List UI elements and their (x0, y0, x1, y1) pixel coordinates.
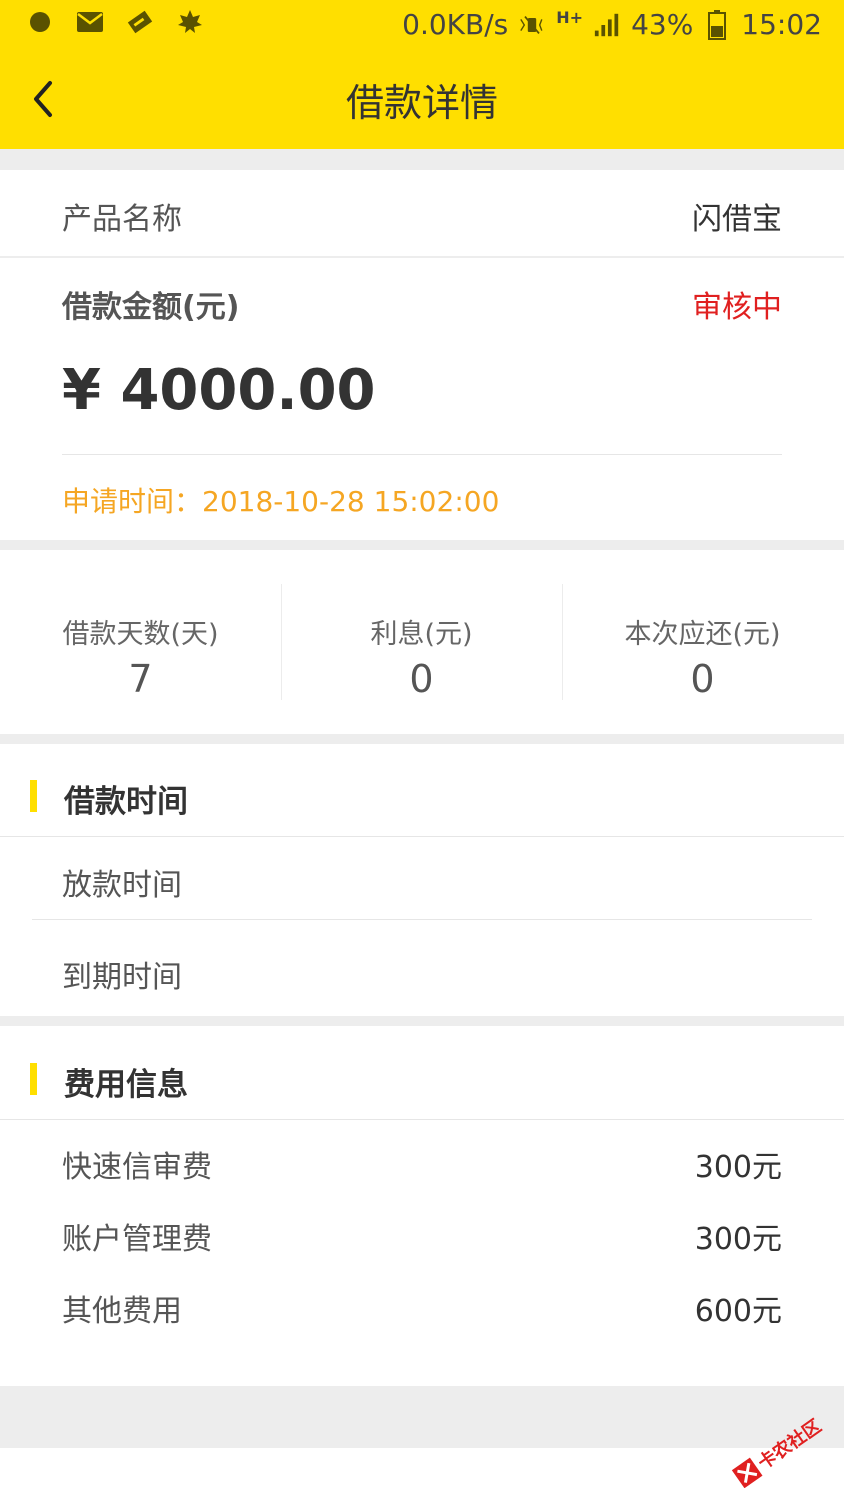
nav-bar: 借款详情 (0, 52, 844, 149)
leaf-icon (176, 8, 204, 36)
fee-value: 300元 (694, 1150, 782, 1185)
stat-repay: 本次应还(元) 0 (562, 612, 843, 701)
section-title: 借款时间 (64, 784, 188, 820)
section-divider (0, 1119, 844, 1120)
signal-icon (593, 11, 621, 39)
section-divider (0, 836, 844, 837)
loan-amount-card: 借款金额(元) 审核中 ¥ 4000.00 申请时间：2018-10-28 15… (0, 258, 844, 540)
status-bar: 0.0KB/s H+ 43% 15:02 (0, 0, 844, 52)
section-accent-bar (30, 780, 37, 812)
watermark-text: 卡农社区 (754, 1415, 826, 1474)
product-value: 闪借宝 (692, 202, 782, 237)
apply-time: 申请时间：2018-10-28 15:02:00 (62, 485, 500, 518)
status-badge: 审核中 (692, 290, 782, 325)
app-header: 0.0KB/s H+ 43% 15:02 借款详情 (0, 0, 844, 149)
row-divider (32, 919, 812, 920)
fee-label: 快速信审费 (62, 1150, 212, 1185)
fee-info-section: 费用信息 快速信审费 300元 账户管理费 300元 其他费用 600元 (0, 1026, 844, 1386)
product-row: 产品名称 闪借宝 (0, 170, 844, 256)
stat-label: 本次应还(元) (624, 619, 781, 650)
mail-icon (76, 8, 104, 36)
stat-label: 借款天数(天) (62, 619, 219, 650)
fee-label: 账户管理费 (62, 1222, 212, 1257)
due-time-label: 到期时间 (62, 960, 182, 995)
fee-label: 其他费用 (62, 1294, 182, 1329)
stats-card: 借款天数(天) 7 利息(元) 0 本次应还(元) 0 (0, 550, 844, 734)
network-type: H+ (556, 8, 584, 27)
mute-icon (518, 11, 546, 39)
stat-value: 7 (128, 657, 153, 701)
section-title: 费用信息 (64, 1067, 188, 1103)
fee-value: 600元 (694, 1294, 782, 1329)
stat-days: 借款天数(天) 7 (0, 612, 281, 701)
page-title: 借款详情 (345, 81, 498, 125)
fee-value: 300元 (694, 1222, 782, 1257)
stat-value: 0 (409, 657, 434, 701)
wallet-icon (126, 8, 154, 36)
disburse-time-label: 放款时间 (62, 868, 182, 903)
stat-interest: 利息(元) 0 (281, 612, 562, 701)
amount-divider (62, 454, 782, 455)
amount-label: 借款金额(元) (62, 290, 240, 325)
battery-percent: 43% (631, 8, 694, 41)
battery-icon (703, 9, 731, 40)
watermark-logo: 卡农社区 (726, 1408, 836, 1489)
status-left-icons (26, 8, 204, 36)
loan-amount: ¥ 4000.00 (62, 358, 376, 423)
product-label: 产品名称 (62, 202, 182, 237)
loan-time-section: 借款时间 放款时间 到期时间 (0, 744, 844, 1016)
clock: 15:02 (741, 8, 822, 41)
section-accent-bar (30, 1063, 37, 1095)
notification-dot-icon (26, 8, 54, 36)
stat-label: 利息(元) (370, 619, 473, 650)
status-right-icons: 0.0KB/s H+ 43% 15:02 (402, 8, 822, 41)
network-speed: 0.0KB/s (402, 8, 509, 41)
bottom-area (0, 1448, 844, 1500)
stat-value: 0 (690, 657, 715, 701)
